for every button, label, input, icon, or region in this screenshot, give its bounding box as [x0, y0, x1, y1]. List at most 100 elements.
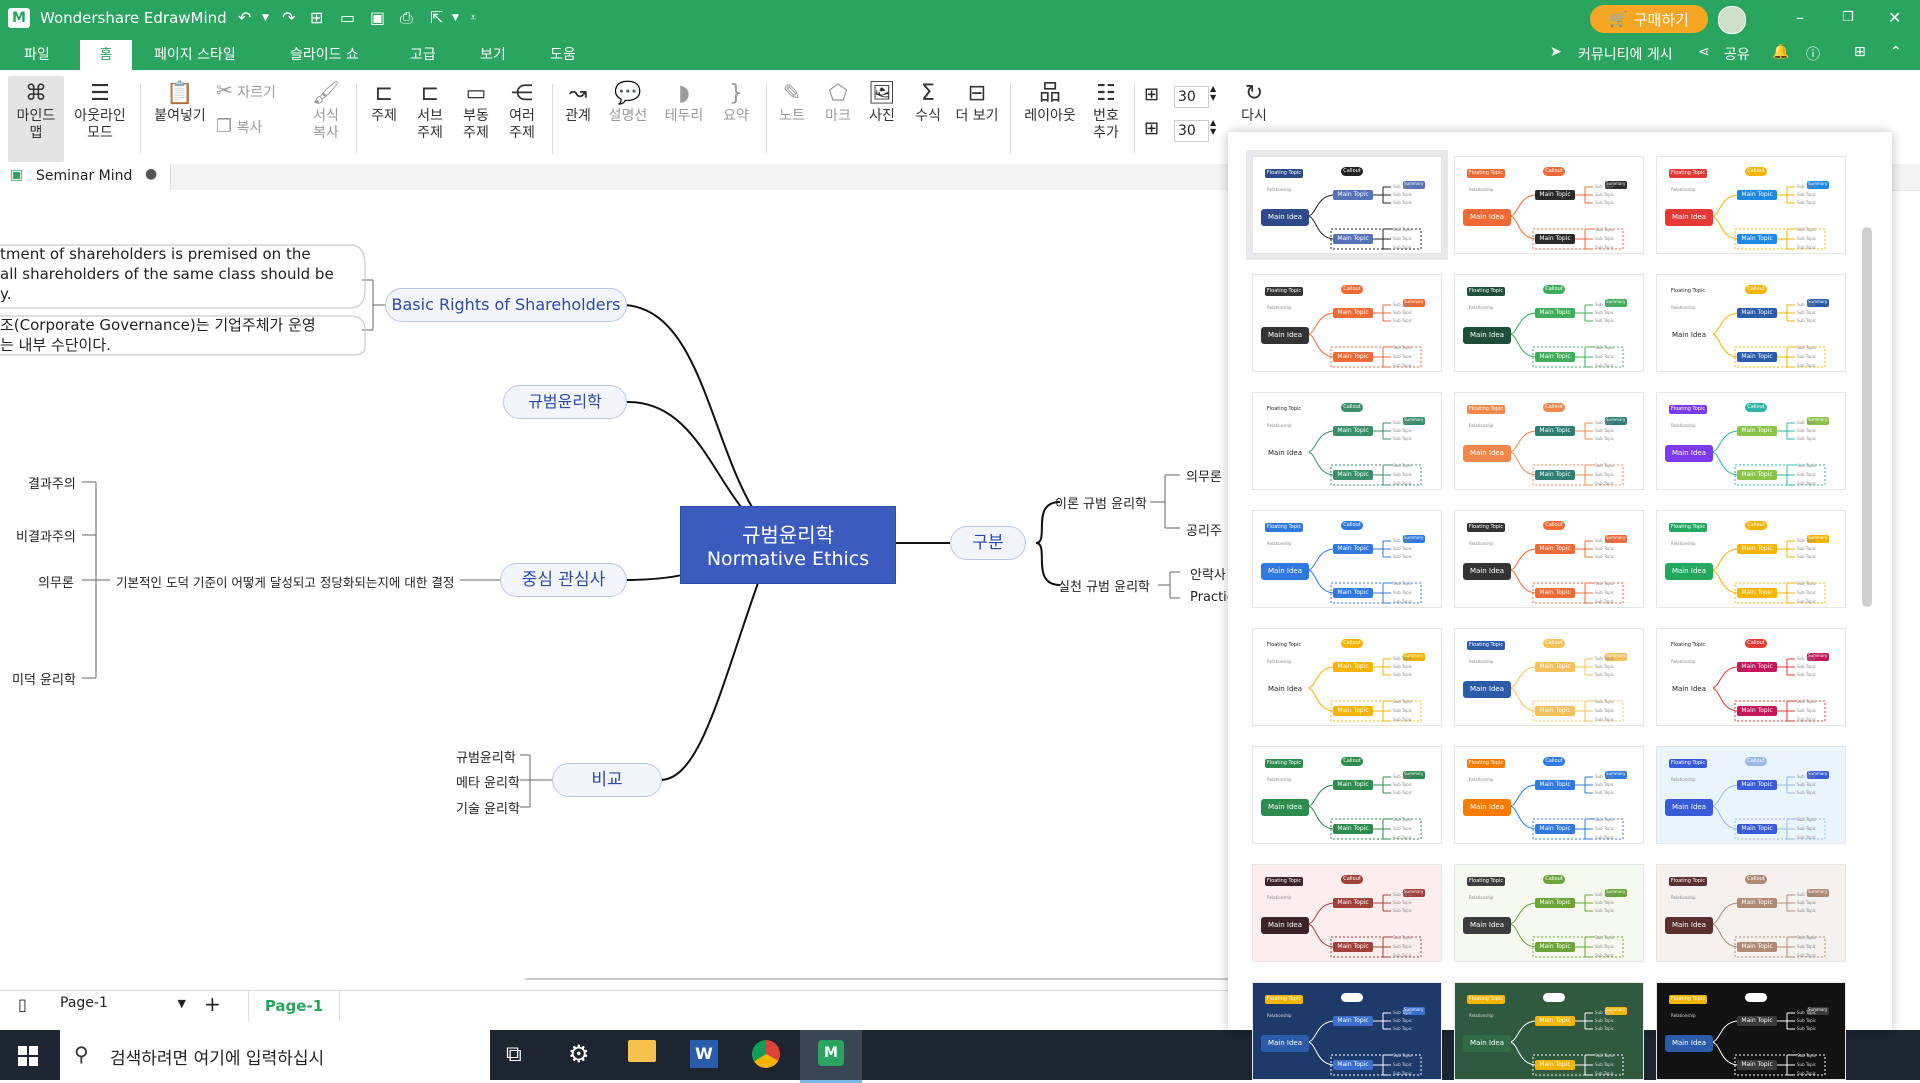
page-selector[interactable]: Page-1 ▼ [60, 995, 186, 1017]
theme-thumbnail[interactable]: Floating Topic Relationship Callout Summary… [1454, 746, 1644, 844]
page-panel-icon[interactable]: ▯ [18, 995, 27, 1014]
shareholder-text-line2[interactable]: all shareholders of the same class shoul… [0, 265, 334, 283]
menu-help[interactable]: 도움 [550, 44, 576, 64]
theme-thumbnail[interactable]: Floating Topic Relationship Callout Summary… [1656, 628, 1846, 726]
share-icon[interactable]: ⋖ [1698, 44, 1710, 60]
redo-icon[interactable]: ↷ [282, 8, 295, 27]
subtopic-euthanasia[interactable]: 안락사 [1190, 564, 1226, 583]
subtopic-core-description[interactable]: 기본적인 도덕 기준이 어떻게 달성되고 정당화되는지에 대한 결정 [116, 572, 454, 591]
subtopic-duty[interactable]: 의무론 [1186, 466, 1222, 485]
theme-thumbnail[interactable]: Floating Topic Relationship Callout Summary… [1252, 392, 1442, 490]
menu-slideshow[interactable]: 슬라이드 쇼 [290, 44, 359, 64]
theme-thumbnail[interactable]: Floating Topic Relationship Callout Summary… [1454, 392, 1644, 490]
theme-thumbnail[interactable]: Floating Topic Relationship Callout Summary… [1252, 274, 1442, 372]
export-dropdown-icon[interactable]: ▼ [452, 13, 459, 23]
theme-thumbnail[interactable]: Floating Topic Relationship Callout Summary… [1656, 510, 1846, 608]
mindmap-mode-button[interactable]: ⌘ 마인드 맵 [8, 76, 64, 162]
menu-page-style[interactable]: 페이지 스타일 [154, 44, 236, 64]
topic-normative-ethics[interactable]: 규범윤리학 [503, 385, 627, 419]
subtopic-compare-meta[interactable]: 메타 윤리학 [456, 772, 520, 791]
topic-basic-rights[interactable]: Basic Rights of Shareholders [385, 288, 627, 322]
note-button[interactable]: ✎ 노트 [772, 80, 812, 125]
notification-icon[interactable]: 🔔 [1772, 44, 1789, 60]
subtopic-compare-descriptive[interactable]: 기술 윤리학 [456, 798, 520, 817]
theme-thumbnail[interactable]: Floating Topic Relationship Callout Summary… [1656, 864, 1846, 962]
picture-button[interactable]: 🖼 사진 [862, 80, 902, 125]
subtopic-theory[interactable]: 이론 규범 윤리학 [1055, 493, 1147, 512]
theme-thumbnail[interactable]: Floating Topic Relationship Callout Summary… [1252, 510, 1442, 608]
save-icon[interactable]: ▣ [370, 8, 385, 27]
more-button[interactable]: ⊟ 더 보기 [952, 80, 1002, 125]
central-topic[interactable]: 규범윤리학 Normative Ethics [680, 506, 896, 584]
topic-comparison[interactable]: 비교 [552, 763, 662, 797]
print-icon[interactable]: ⎙ [400, 8, 413, 28]
boundary-button[interactable]: ◗ 테두리 [660, 80, 708, 125]
theme-thumbnail[interactable]: Floating Topic Relationship Callout Summary… [1454, 156, 1644, 254]
numbering-button[interactable]: ☷ 번호 추가 [1086, 80, 1126, 142]
export-icon[interactable]: ⇱ [430, 8, 443, 27]
windows-start-icon[interactable] [18, 1046, 38, 1066]
publish-icon[interactable]: ➤ [1550, 44, 1562, 60]
menu-home[interactable]: 홈 [80, 40, 132, 70]
vertical-spacing-input[interactable]: 30 [1174, 120, 1209, 142]
subtopic-practical[interactable]: Practic [1190, 590, 1230, 605]
mark-button[interactable]: ⬠ 마크 [818, 80, 858, 125]
theme-thumbnail[interactable]: Floating Topic Relationship Callout Summary… [1454, 628, 1644, 726]
subtopic-utility[interactable]: 공리주 [1186, 520, 1222, 539]
subtopic-compare-normative[interactable]: 규범윤리학 [456, 747, 516, 766]
horizontal-spacing-input[interactable]: 30 [1174, 86, 1209, 108]
vertical-spacing-stepper-icon[interactable]: ▲ ▼ [1210, 118, 1216, 136]
edrawmind-taskbar-icon[interactable]: M [800, 1030, 862, 1083]
theme-thumbnail[interactable]: Floating Topic Relationship Callout Summary… [1252, 864, 1442, 962]
file-explorer-icon[interactable] [628, 1040, 656, 1062]
formula-button[interactable]: Σ 수식 [908, 80, 948, 125]
share-button[interactable]: 공유 [1724, 44, 1750, 64]
buy-button[interactable]: 🛒 구매하기 [1590, 5, 1708, 33]
mindmap-canvas[interactable]: tment of shareholders is premised on the… [0, 190, 1230, 980]
redo-button[interactable]: ↻ 다시 [1234, 80, 1274, 125]
theme-thumbnail[interactable]: Floating Topic Relationship Callout Summary… [1656, 274, 1846, 372]
menu-advanced[interactable]: 고급 [410, 44, 436, 64]
floating-topic-button[interactable]: ▭ 부동 주제 [456, 80, 496, 142]
settings-icon[interactable]: ⚙ [568, 1040, 590, 1068]
avatar[interactable] [1718, 6, 1746, 34]
callout-button[interactable]: 💬 설명선 [604, 80, 652, 125]
cut-button[interactable]: ✂ 자르기 [216, 80, 296, 102]
document-tab[interactable]: ▣ Seminar Mind ● [0, 164, 171, 190]
multi-topic-button[interactable]: ⋲ 여러 주제 [502, 80, 542, 142]
topic-division[interactable]: 구분 [950, 526, 1026, 560]
subtopic-deontology[interactable]: 의무론 [38, 572, 74, 591]
theme-thumbnail[interactable]: Floating Topic Relationship Callout Summary… [1246, 150, 1448, 260]
theme-thumbnail[interactable]: Floating Topic Relationship Callout Summary… [1656, 156, 1846, 254]
theme-thumbnail[interactable]: Floating Topic Relationship Callout Summary… [1252, 746, 1442, 844]
shareholder-text-line3[interactable]: y. [0, 285, 12, 303]
theme-thumbnail[interactable]: Floating Topic Relationship Callout Summary… [1454, 982, 1644, 1080]
close-icon[interactable]: ✕ [1888, 8, 1901, 27]
new-icon[interactable]: ⊞ [310, 8, 323, 27]
task-view-icon[interactable]: ⧉ [506, 1042, 522, 1067]
menu-file[interactable]: 파일 [24, 44, 50, 64]
governance-text-line1[interactable]: 조(Corporate Governance)는 기업주체가 운영 [0, 314, 316, 335]
apps-icon[interactable]: ⊞ [1854, 44, 1866, 60]
subtopic-consequentialism[interactable]: 결과주의 [28, 473, 76, 492]
add-page-icon[interactable]: + [204, 992, 221, 1016]
undo-icon[interactable]: ↶ [238, 8, 251, 27]
customize-quick-access-icon[interactable]: ⩡ [470, 11, 476, 25]
minimize-icon[interactable]: – [1796, 8, 1804, 27]
theme-thumbnail[interactable]: Floating Topic Relationship Callout Summary… [1454, 274, 1644, 372]
publish-community-button[interactable]: 커뮤니티에 게시 [1578, 44, 1673, 64]
layout-button[interactable]: 品 레이아웃 [1018, 80, 1082, 125]
summary-button[interactable]: } 요약 [714, 80, 758, 125]
subtopic-non-consequentialism[interactable]: 비결과주의 [16, 526, 76, 545]
theme-thumbnail[interactable]: Floating Topic Relationship Callout Summary… [1656, 982, 1846, 1080]
subtopic-practice[interactable]: 실천 규범 윤리학 [1058, 576, 1150, 595]
menu-view[interactable]: 보기 [480, 44, 506, 64]
open-icon[interactable]: ▭ [340, 8, 355, 27]
horizontal-spacing-stepper-icon[interactable]: ▲ ▼ [1210, 84, 1216, 102]
governance-text-line2[interactable]: 는 내부 수단이다. [0, 334, 111, 355]
theme-thumbnail[interactable]: Floating Topic Relationship Callout Summary… [1252, 982, 1442, 1080]
help-icon[interactable]: ⓘ [1806, 44, 1820, 64]
taskbar-search-box[interactable]: ⚲ 검색하려면 여기에 입력하십시 [60, 1030, 490, 1080]
collapse-ribbon-icon[interactable]: ⌃ [1890, 44, 1902, 60]
theme-thumbnail[interactable]: Floating Topic Relationship Callout Summary… [1656, 392, 1846, 490]
